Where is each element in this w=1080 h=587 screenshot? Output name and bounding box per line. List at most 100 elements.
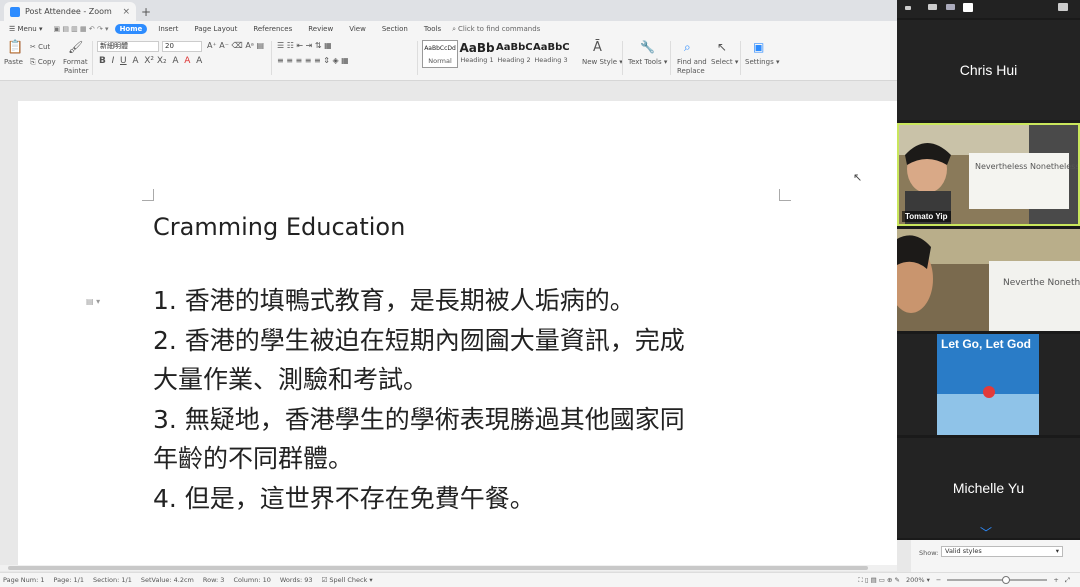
document-line[interactable]: 2. 香港的學生被迫在短期內囫圇大量資訊，完成 (153, 321, 793, 361)
paste-button[interactable]: Paste (4, 58, 23, 66)
styles-pane: Show: Valid styles (911, 540, 1080, 572)
select-arrow-icon[interactable]: ↖ (717, 40, 727, 54)
tab-tools[interactable]: Tools (419, 24, 446, 34)
show-styles-select[interactable]: Valid styles (941, 546, 1063, 557)
command-search[interactable]: ⌕ Click to find commands (452, 25, 540, 34)
status-page-num: Page Num: 1 (3, 576, 45, 584)
style-heading-3[interactable]: AaBbC Heading 3 (533, 40, 569, 68)
find-replace-line1[interactable]: Find and (677, 58, 707, 66)
horizontal-scrollbar[interactable] (0, 565, 897, 571)
paragraph-handle-icon[interactable]: ▤ ▾ (86, 297, 100, 306)
spell-check-button[interactable]: ☑ Spell Check ▾ (321, 576, 372, 584)
zoom-level[interactable]: 200% ▾ (906, 576, 930, 584)
chevron-down-icon[interactable]: ﹀ (980, 524, 992, 541)
format-painter-icon[interactable]: 🖌 (68, 40, 83, 54)
text-tools-button[interactable]: Text Tools ▾ (628, 58, 667, 66)
zoom-slider[interactable] (947, 576, 1048, 584)
document-page[interactable]: Cramming Education 1. 香港的填鴨式教育，是長期被人垢病的。… (18, 101, 897, 568)
participant-tile-poster[interactable]: Let Go, Let God (897, 334, 1080, 435)
paste-icon[interactable]: 📋 (7, 40, 23, 55)
paragraph-align-icons[interactable]: ≡ ≡ ≡ ≡ ≡ ⇕ ◈ ▦ (277, 56, 349, 65)
document-line[interactable]: 1. 香港的填鴨式教育，是長期被人垢病的。 (153, 281, 793, 321)
tab-references[interactable]: References (248, 24, 297, 34)
settings-icon[interactable]: ▣ (753, 40, 764, 54)
whiteboard-text: Nevertheless Nonetheless Yet (975, 162, 1078, 171)
settings-button[interactable]: Settings ▾ (745, 58, 779, 66)
whiteboard-text: Neverthe Nonethe Yet (1003, 278, 1080, 288)
font-name-select[interactable]: 新細明體 (97, 41, 159, 52)
style-heading-1[interactable]: AaBb Heading 1 (459, 40, 495, 68)
tab-review[interactable]: Review (303, 24, 338, 34)
document-tab[interactable]: Post Attendee - Zoom × (4, 2, 136, 21)
font-size-select[interactable]: 20 (162, 41, 202, 52)
document-area[interactable]: Cramming Education 1. 香港的填鴨式教育，是長期被人垢病的。… (0, 82, 897, 568)
font-grow-shrink-icons[interactable]: A⁺ A⁻ ⌫ Aᵃ ▤ (207, 41, 264, 50)
new-style-button[interactable]: New Style ▾ (582, 58, 623, 66)
exit-fullscreen-icon[interactable] (1058, 3, 1068, 11)
document-line[interactable]: 年齡的不同群體。 (153, 439, 793, 479)
zoom-app-icon (10, 6, 20, 17)
document-title[interactable]: Cramming Education (153, 213, 405, 241)
participant-tile-michelle-yu[interactable]: Michelle Yu (897, 438, 1080, 538)
mouse-pointer-icon: ↖ (853, 171, 863, 184)
copy-button[interactable]: ⎘ Copy (30, 58, 56, 67)
participant-tile-chris-hui[interactable]: Chris Hui (897, 20, 1080, 120)
document-line[interactable]: 大量作業、測驗和考試。 (153, 360, 793, 400)
ribbon-divider (417, 41, 418, 75)
copy-label: Copy (37, 58, 56, 66)
tab-page-layout[interactable]: Page Layout (189, 24, 242, 34)
tab-view[interactable]: View (344, 24, 371, 34)
fit-page-icon[interactable]: ⤢ (1065, 576, 1070, 585)
style-heading-1-label: Heading 1 (460, 56, 494, 64)
text-tools-icon[interactable]: 🔧 (640, 40, 655, 54)
margin-marker (142, 189, 154, 201)
status-section: Section: 1/1 (92, 576, 132, 584)
style-normal[interactable]: AaBbCcDd Normal (422, 40, 458, 68)
participant-video: Nevertheless Nonetheless Yet (899, 125, 1078, 224)
title-bar: Post Attendee - Zoom × + (0, 0, 897, 21)
view-mode-icons[interactable]: ⛶ ▯ ▤ ▭ ⊕ ✎ (858, 576, 900, 585)
participant-name: Tomato Yip (902, 211, 951, 222)
zoom-out-button[interactable]: − (936, 576, 941, 584)
command-search-placeholder: Click to find commands (458, 25, 541, 33)
tab-home[interactable]: Home (114, 24, 148, 34)
tab-section[interactable]: Section (377, 24, 413, 34)
view-option-icon[interactable] (928, 4, 937, 10)
search-icon: ⌕ (452, 24, 457, 33)
scrollbar-thumb[interactable] (8, 566, 868, 570)
format-painter-line1[interactable]: Format (63, 58, 88, 66)
tab-title: Post Attendee - Zoom (25, 7, 112, 16)
document-line[interactable]: 3. 無疑地，香港學生的學術表現勝過其他國家同 (153, 400, 793, 440)
format-painter-line2[interactable]: Painter (64, 67, 89, 75)
select-button[interactable]: Select ▾ (711, 58, 738, 66)
view-option-icon[interactable] (905, 6, 911, 10)
new-style-icon[interactable]: Ā (593, 40, 602, 55)
menu-label: Menu (17, 25, 37, 33)
status-setvalue: SetValue: 4.2cm (140, 576, 194, 584)
font-format-icons[interactable]: B I U A X² X₂ A A A (99, 56, 202, 66)
zoom-slider-knob[interactable] (1002, 576, 1011, 584)
participant-tile-tomato-yip[interactable]: Nevertheless Nonetheless Yet Tomato Yip (897, 123, 1080, 226)
document-line[interactable]: 4. 但是，這世界不存在免費午餐。 (153, 479, 793, 519)
tab-insert[interactable]: Insert (153, 24, 183, 34)
style-heading-2-label: Heading 2 (497, 56, 531, 64)
cut-button[interactable]: ✂ Cut (30, 43, 50, 51)
speaker-view-icon[interactable] (946, 4, 955, 10)
gallery-view-icon[interactable] (963, 3, 973, 12)
zoom-level-value: 200% (905, 576, 925, 584)
list-indent-icons[interactable]: ☰ ☷ ⇤ ⇥ ⇅ ▦ (277, 41, 332, 50)
style-heading-2[interactable]: AaBbC Heading 2 (496, 40, 532, 68)
menu-button[interactable]: ☰ Menu ▾ (4, 24, 48, 34)
find-replace-icon[interactable]: ⌕ (684, 40, 691, 55)
participant-video: Let Go, Let God (897, 334, 1080, 435)
find-replace-line2[interactable]: Replace (677, 67, 705, 75)
document-body[interactable]: 1. 香港的填鴨式教育，是長期被人垢病的。 2. 香港的學生被迫在短期內囫圇大量… (153, 281, 793, 518)
tab-close-icon[interactable]: × (122, 7, 130, 17)
new-tab-button[interactable]: + (136, 2, 156, 21)
participant-tile-video[interactable]: Neverthe Nonethe Yet (897, 229, 1080, 331)
margin-marker (779, 189, 791, 201)
style-normal-preview: AaBbCcDd (424, 45, 456, 52)
quick-access-icons[interactable]: ▣ ▤ ▥ ▦ ↶ ↷ ▾ (54, 25, 109, 33)
zoom-in-button[interactable]: + (1053, 576, 1058, 584)
ribbon-divider (622, 41, 623, 75)
